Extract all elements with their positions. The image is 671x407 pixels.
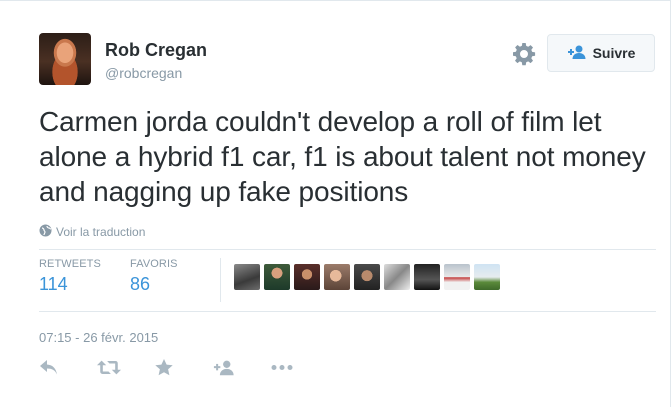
divider [39,249,656,250]
author-name[interactable]: Rob Cregan [105,40,207,61]
translate-label: Voir la traduction [56,225,146,239]
favorite-button[interactable] [155,359,213,381]
add-user-icon [213,359,235,381]
author-handle[interactable]: @robcregan [105,65,182,81]
favoriter-avatar[interactable] [354,264,380,290]
follow-label: Suivre [592,45,636,61]
tweet-text: Carmen jorda couldn't develop a roll of … [39,106,646,207]
favoriter-avatar[interactable] [294,264,320,290]
favorites-count[interactable]: 86 [130,274,178,295]
add-to-list-button[interactable] [213,360,271,380]
translate-link[interactable]: Voir la traduction [39,224,145,240]
retweet-icon [97,359,121,381]
gear-icon[interactable] [512,42,536,66]
favorites-stat[interactable]: FAVORIS 86 [130,258,178,295]
favoriter-avatar[interactable] [444,264,470,290]
more-button[interactable] [271,360,329,380]
favorites-label: FAVORIS [130,258,178,270]
more-icon [271,359,293,381]
divider [39,311,656,312]
tweet-actions [39,359,329,381]
retweets-stat[interactable]: RETWEETS 114 [39,258,101,295]
favoriter-avatar[interactable] [264,264,290,290]
frame-top-border [0,0,671,1]
globe-icon [39,224,52,240]
favoriter-avatar[interactable] [324,264,350,290]
tweet-timestamp[interactable]: 07:15 - 26 févr. 2015 [39,330,158,345]
favoriter-avatar[interactable] [234,264,260,290]
follow-user-icon [567,45,587,62]
stats-separator [220,258,221,302]
author-avatar[interactable] [39,33,91,85]
reply-button[interactable] [39,360,97,380]
favoriter-avatar[interactable] [474,264,500,290]
reply-icon [39,359,59,381]
favoriter-avatars [234,264,500,290]
favoriter-avatar[interactable] [414,264,440,290]
retweet-button[interactable] [97,360,155,380]
retweets-count[interactable]: 114 [39,274,101,295]
retweets-label: RETWEETS [39,258,101,270]
favoriter-avatar[interactable] [384,264,410,290]
star-icon [155,359,173,381]
follow-button[interactable]: Suivre [547,34,655,72]
